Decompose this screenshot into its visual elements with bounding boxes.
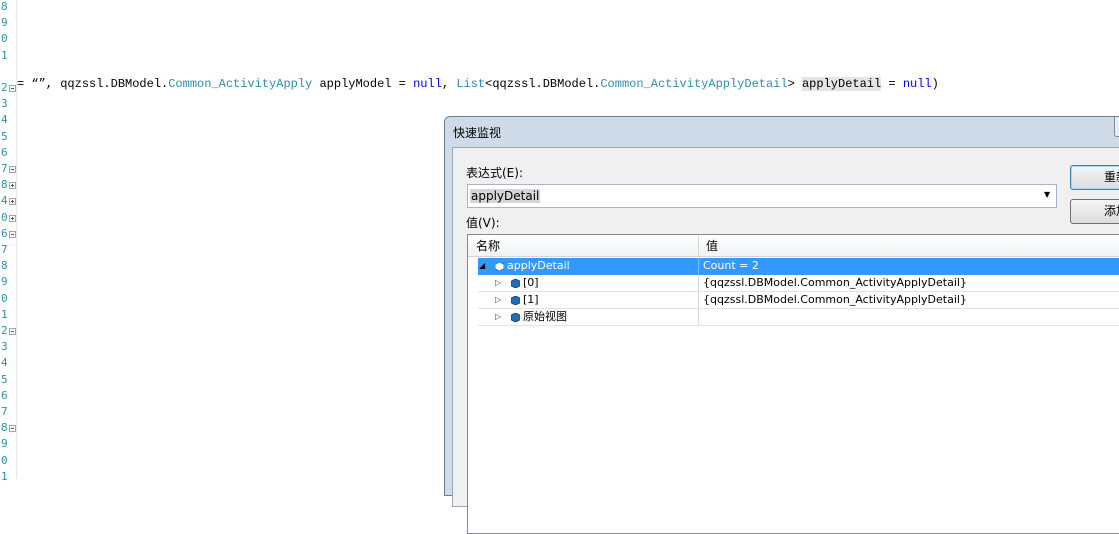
dialog-client-area: 表达式(E): applyDetail ▼ 值(V): 重新计算(R) 添加监视…: [452, 147, 1119, 534]
value-grid[interactable]: 名称 值 ◢ applyDetail Count = 2 ▷ [0] {qqzssl.DB…: [467, 234, 1119, 534]
expand-icon[interactable]: [9, 198, 16, 206]
grid-header: 名称 值: [468, 235, 1119, 257]
close-button[interactable]: [1114, 117, 1119, 137]
code-line[interactable]: = “”, qqzssl.DBModel.Common_ActivityAppl…: [17, 76, 939, 92]
code-token: ): [931, 77, 939, 91]
column-header-value[interactable]: 值: [698, 235, 1119, 257]
line-number: 6: [1, 145, 8, 159]
row-name: [1]: [523, 293, 539, 306]
expression-combobox[interactable]: applyDetail ▼: [467, 184, 1057, 208]
row-value: {qqzssl.DBModel.Common_ActivityApplyDeta…: [703, 293, 967, 306]
line-number: 4: [1, 356, 8, 370]
code-token: applyModel =: [312, 77, 414, 91]
column-divider: [698, 309, 699, 326]
line-number: 3: [1, 97, 8, 111]
collapse-arrow-icon[interactable]: ◢: [479, 258, 489, 274]
expression-value[interactable]: applyDetail: [470, 189, 541, 203]
line-number: 8: [1, 0, 8, 13]
chevron-down-icon[interactable]: ▼: [1044, 190, 1054, 202]
code-token: ,: [441, 77, 457, 91]
line-number: 9: [1, 16, 8, 30]
line-number: 0: [1, 453, 8, 467]
gutter-separator: [16, 0, 17, 479]
line-number: 8: [1, 259, 8, 273]
code-token: ”, qqzssl.DBModel.: [38, 77, 169, 91]
column-header-name[interactable]: 名称: [468, 235, 698, 257]
line-number: 5: [1, 372, 8, 386]
line-number: 1: [1, 307, 8, 321]
collapse-icon[interactable]: [9, 166, 16, 173]
collapse-icon[interactable]: [9, 85, 16, 92]
expand-arrow-icon[interactable]: ▷: [495, 275, 505, 291]
code-token: null: [902, 77, 932, 91]
code-token: =: [881, 77, 903, 91]
collapse-icon[interactable]: [9, 425, 16, 433]
expand-icon[interactable]: [9, 214, 16, 222]
row-name: [0]: [523, 276, 539, 289]
row-name: applyDetail: [507, 259, 570, 272]
code-token: null: [413, 77, 442, 91]
add-watch-button[interactable]: 添加监视(W): [1070, 199, 1119, 224]
object-icon: [511, 279, 520, 288]
row-value: {qqzssl.DBModel.Common_ActivityApplyDeta…: [703, 276, 967, 289]
code-token: List: [456, 77, 486, 91]
table-row[interactable]: ◢ applyDetail Count = 2: [478, 258, 1119, 275]
line-number: 7: [1, 405, 8, 418]
line-number: 9: [1, 275, 8, 289]
reevaluate-button[interactable]: 重新计算(R): [1070, 165, 1119, 190]
column-divider: [698, 258, 699, 275]
object-icon: [495, 262, 504, 271]
quick-watch-dialog: 快速监视 表达式(E): applyDetail ▼ 值(V): 重新计算(R)…: [444, 116, 1119, 534]
row-name: 原始视图: [523, 310, 567, 323]
expand-icon[interactable]: [9, 182, 16, 190]
code-token: = “: [17, 77, 39, 91]
object-icon: [511, 313, 520, 322]
expand-arrow-icon[interactable]: ▷: [495, 292, 505, 308]
expression-label: 表达式(E):: [466, 166, 523, 180]
line-number: 9: [1, 437, 8, 451]
expand-arrow-icon[interactable]: ▷: [495, 309, 505, 325]
line-number: 3: [1, 340, 8, 354]
code-token: >: [787, 77, 802, 91]
line-number: 0: [1, 32, 8, 46]
code-token: Common_ActivityApply: [168, 77, 313, 91]
table-row[interactable]: ▷ [0] {qqzssl.DBModel.Common_ActivityApply…: [478, 275, 1119, 292]
dialog-title: 快速监视: [453, 126, 502, 140]
column-divider: [698, 275, 699, 292]
code-token: Common_ActivityApplyDetail: [600, 77, 788, 91]
line-number: 7: [1, 243, 8, 256]
line-number: [1, 64, 11, 80]
line-number: 5: [1, 129, 8, 143]
collapse-icon[interactable]: [9, 328, 16, 335]
value-label: 值(V):: [466, 216, 500, 230]
object-icon: [511, 296, 520, 305]
code-token: applyDetail: [801, 77, 882, 91]
line-number: 1: [1, 469, 8, 483]
collapse-icon[interactable]: [9, 230, 16, 238]
line-number: 6: [1, 388, 8, 402]
column-divider: [698, 292, 699, 309]
row-value: Count = 2: [703, 259, 759, 272]
line-number-gutter: 89012345678406789012345678901: [0, 0, 16, 483]
table-row[interactable]: ▷ [1] {qqzssl.DBModel.Common_ActivityApply…: [478, 292, 1119, 309]
line-number: 1: [1, 48, 8, 62]
line-number: 4: [1, 113, 8, 127]
code-token: <qqzssl.DBModel.: [485, 77, 601, 91]
table-row[interactable]: ▷ 原始视图: [478, 309, 1119, 326]
line-number: 0: [1, 291, 8, 305]
